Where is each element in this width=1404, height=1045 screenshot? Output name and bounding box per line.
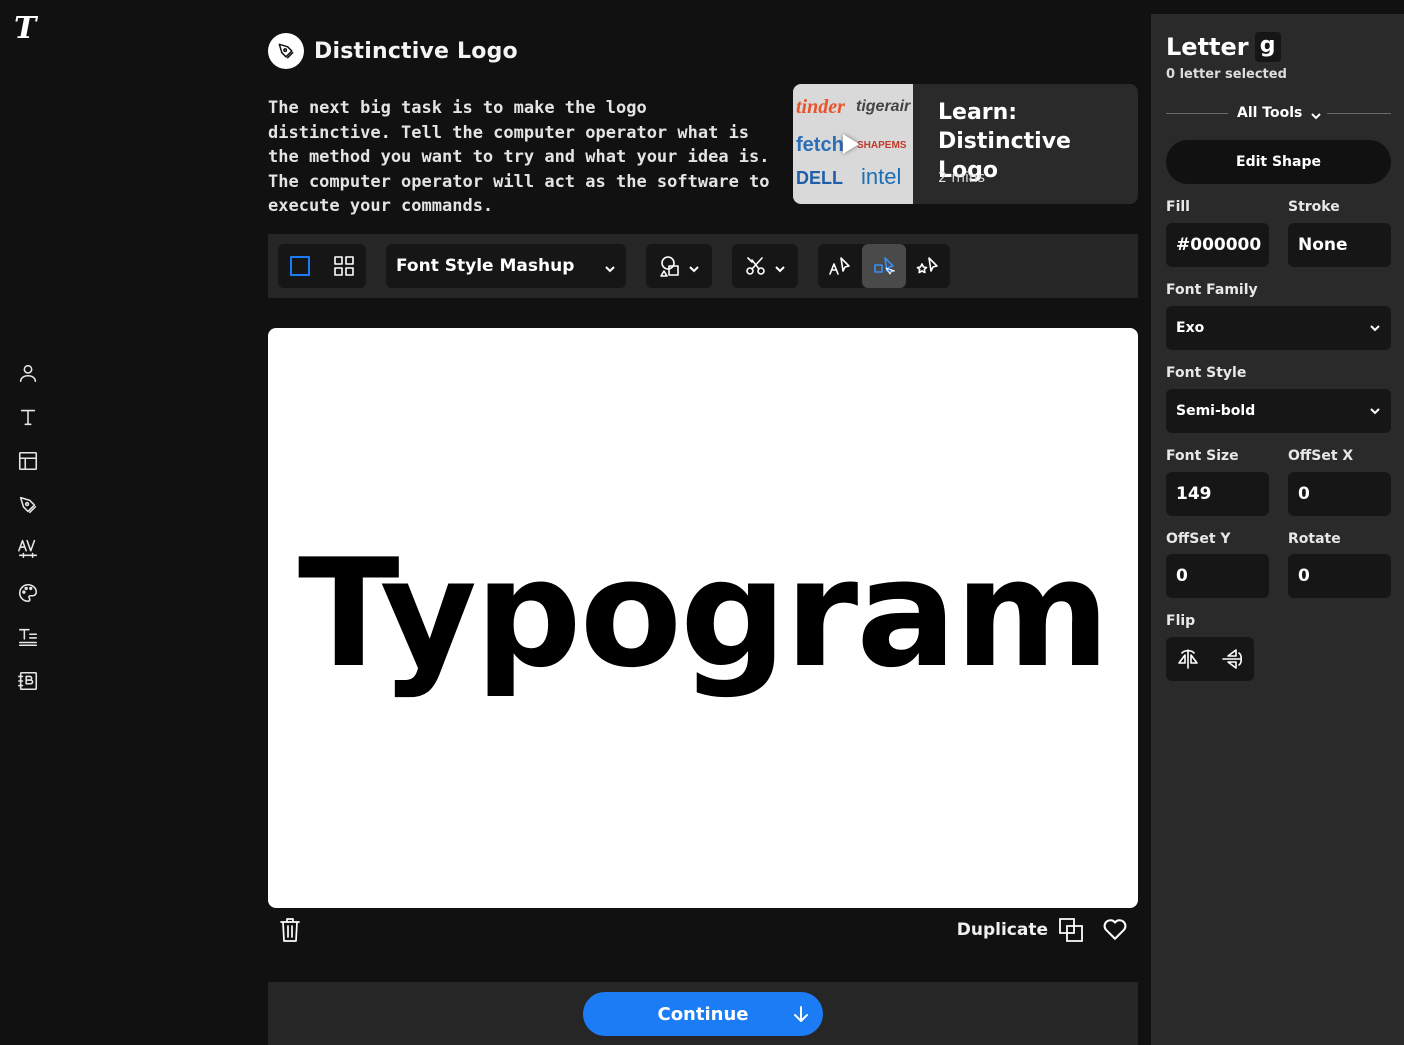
brand-book-icon[interactable] bbox=[14, 667, 42, 695]
offset-x-label: OffSet X bbox=[1288, 448, 1354, 464]
all-tools-dropdown[interactable]: All Tools bbox=[1237, 102, 1322, 124]
panel-title: Letter g bbox=[1166, 32, 1281, 62]
font-style-label: Font Style bbox=[1166, 365, 1247, 381]
page-title: Distinctive Logo bbox=[314, 38, 518, 64]
font-size-label: Font Size bbox=[1166, 448, 1239, 464]
play-icon[interactable] bbox=[843, 134, 859, 154]
duplicate-icon bbox=[1059, 918, 1083, 942]
font-size-input[interactable]: 149 bbox=[1166, 472, 1269, 516]
offset-y-label: OffSet Y bbox=[1166, 531, 1231, 547]
select-cursor-tool-icon[interactable] bbox=[862, 244, 906, 288]
stroke-input[interactable]: None bbox=[1288, 223, 1391, 267]
kerning-icon[interactable] bbox=[14, 534, 42, 562]
divider bbox=[1327, 113, 1391, 114]
palette-icon[interactable] bbox=[14, 579, 42, 607]
thumb-logo: DELL bbox=[796, 168, 843, 188]
logo-text[interactable]: Typogram bbox=[298, 528, 1110, 701]
text-icon[interactable] bbox=[14, 403, 42, 431]
fill-label: Fill bbox=[1166, 199, 1190, 215]
toolbar: Font Style Mashup bbox=[268, 234, 1138, 298]
flip-horizontal-icon[interactable] bbox=[1166, 637, 1210, 681]
stroke-label: Stroke bbox=[1288, 199, 1340, 215]
selected-letter: g bbox=[1254, 32, 1281, 62]
thumb-logo: tigerair bbox=[856, 98, 911, 115]
learn-duration: 2 mins bbox=[938, 170, 986, 186]
scissors-icon bbox=[746, 257, 765, 275]
properties-panel: Letter g 0 letter selected All Tools Edi… bbox=[1151, 14, 1404, 1045]
chevron-down-icon bbox=[1310, 107, 1322, 120]
font-family-label: Font Family bbox=[1166, 282, 1258, 298]
chevron-down-icon bbox=[688, 260, 700, 273]
flip-vertical-icon[interactable] bbox=[1210, 637, 1254, 681]
font-style-select[interactable]: Semi-bold bbox=[1166, 389, 1391, 433]
learn-video-card[interactable]: tinder tigerair fetch SHAPEMS DELL intel… bbox=[793, 84, 1138, 204]
all-tools-label: All Tools bbox=[1237, 105, 1303, 121]
chevron-down-icon bbox=[1369, 405, 1381, 417]
chevron-down-icon bbox=[1369, 322, 1381, 334]
thumb-logo: tinder bbox=[796, 96, 845, 118]
continue-button[interactable]: Continue bbox=[583, 992, 823, 1036]
canvas-actions: Duplicate bbox=[268, 912, 1138, 952]
font-family-select[interactable]: Exo bbox=[1166, 306, 1391, 350]
grid-view-icon[interactable] bbox=[322, 244, 366, 288]
duplicate-label: Duplicate bbox=[956, 920, 1048, 940]
layout-icon[interactable] bbox=[14, 447, 42, 475]
rotate-input[interactable]: 0 bbox=[1288, 554, 1391, 598]
selection-count: 0 letter selected bbox=[1166, 67, 1287, 82]
intro-text: The next big task is to make the logo di… bbox=[268, 98, 770, 216]
chevron-down-icon bbox=[774, 260, 786, 273]
chevron-down-icon bbox=[604, 260, 616, 273]
style-mode-label: Font Style Mashup bbox=[396, 256, 575, 276]
rotate-label: Rotate bbox=[1288, 531, 1341, 547]
cut-tool-dropdown[interactable] bbox=[732, 244, 798, 288]
font-family-value: Exo bbox=[1176, 320, 1205, 336]
font-style-value: Semi-bold bbox=[1176, 403, 1256, 419]
pen-tool-icon bbox=[268, 33, 304, 69]
shapes-dropdown[interactable] bbox=[646, 244, 712, 288]
text-lines-icon[interactable] bbox=[14, 623, 42, 651]
thumb-logo: fetch bbox=[796, 134, 844, 156]
thumb-logo: intel bbox=[861, 164, 902, 189]
footer-bar: Continue bbox=[268, 982, 1138, 1045]
edit-shape-button[interactable]: Edit Shape bbox=[1166, 140, 1391, 184]
panel-title-text: Letter bbox=[1166, 33, 1249, 61]
view-toggle bbox=[278, 244, 366, 288]
video-thumbnail: tinder tigerair fetch SHAPEMS DELL intel bbox=[793, 84, 913, 204]
user-icon[interactable] bbox=[14, 359, 42, 387]
arrow-down-icon bbox=[794, 1006, 808, 1022]
app-logo[interactable]: T bbox=[14, 12, 42, 46]
flip-controls bbox=[1166, 637, 1254, 681]
duplicate-button[interactable]: Duplicate bbox=[957, 916, 1084, 944]
cursor-tools bbox=[818, 244, 950, 288]
offset-y-input[interactable]: 0 bbox=[1166, 554, 1269, 598]
thumb-logo: SHAPEMS bbox=[857, 140, 907, 151]
text-cursor-tool-icon[interactable] bbox=[818, 244, 862, 288]
left-rail: T bbox=[0, 0, 56, 1045]
style-mode-select[interactable]: Font Style Mashup bbox=[386, 244, 626, 288]
offset-x-input[interactable]: 0 bbox=[1288, 472, 1391, 516]
pen-tool-icon[interactable] bbox=[14, 491, 42, 519]
star-cursor-tool-icon[interactable] bbox=[906, 244, 950, 288]
flip-label: Flip bbox=[1166, 613, 1196, 629]
design-canvas[interactable]: Typogram bbox=[268, 328, 1138, 908]
heart-icon[interactable] bbox=[1102, 916, 1130, 944]
continue-label: Continue bbox=[657, 1003, 749, 1025]
single-view-icon[interactable] bbox=[278, 244, 322, 288]
shapes-icon bbox=[660, 256, 679, 277]
fill-input[interactable]: #000000 bbox=[1166, 223, 1269, 267]
main-area: Distinctive Logo The next big task is to… bbox=[268, 0, 1138, 1045]
divider bbox=[1166, 113, 1228, 114]
page-header: Distinctive Logo bbox=[268, 32, 518, 70]
trash-icon[interactable] bbox=[278, 916, 302, 944]
